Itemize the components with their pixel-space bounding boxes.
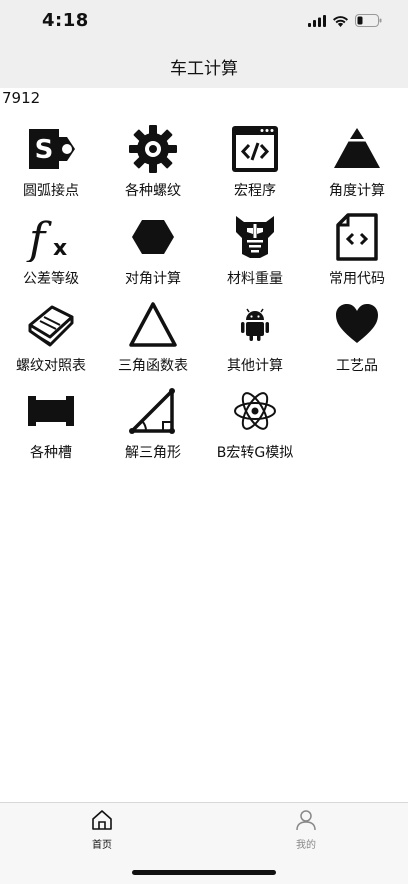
menu-item-label: 解三角形: [125, 445, 181, 461]
tab-home[interactable]: 首页: [52, 809, 152, 851]
transformer-icon: [230, 212, 280, 262]
user-icon: [296, 810, 316, 831]
svg-text:S: S: [35, 135, 54, 165]
pyramid-icon: [332, 124, 382, 174]
visit-counter: 7912: [2, 89, 41, 107]
menu-item-solve-triangle[interactable]: 解三角形: [102, 382, 204, 468]
gear-icon: [128, 124, 178, 174]
menu-item-thread-table[interactable]: 螺纹对照表: [0, 295, 102, 381]
menu-item-other-calc[interactable]: 其他计算: [204, 295, 306, 381]
menu-item-threads[interactable]: 各种螺纹: [102, 120, 204, 206]
svg-text:x: x: [53, 236, 67, 261]
menu-item-label: 常用代码: [329, 271, 385, 287]
menu-item-arc-tangent[interactable]: S 圆弧接点: [0, 120, 102, 206]
status-time: 4:18: [42, 10, 89, 31]
svg-text:f: f: [26, 214, 52, 262]
menu-item-material-weight[interactable]: 材料重量: [204, 208, 306, 294]
tab-label: 首页: [92, 840, 112, 851]
hexagon-icon: [128, 212, 178, 262]
menu-item-label: 各种螺纹: [125, 183, 181, 199]
menu-item-label: 圆弧接点: [23, 183, 79, 199]
right-triangle-icon: [128, 386, 178, 436]
heart-icon: [332, 299, 382, 349]
sharepoint-s-icon: S: [26, 124, 76, 174]
menu-item-grooves[interactable]: 各种槽: [0, 382, 102, 468]
wifi-icon: [333, 15, 348, 27]
menu-item-label: 其他计算: [227, 358, 283, 374]
nav-bar: 车工计算: [0, 44, 408, 88]
menu-item-label: 角度计算: [329, 183, 385, 199]
menu-item-label: 工艺品: [336, 358, 378, 374]
triangle-icon: [128, 299, 178, 349]
home-icon: [92, 810, 112, 830]
tab-label: 我的: [296, 840, 316, 851]
menu-item-label: B宏转G模拟: [216, 445, 294, 461]
menu-item-trig-table[interactable]: 三角函数表: [102, 295, 204, 381]
menu-item-label: 公差等级: [23, 271, 79, 287]
menu-item-label: 三角函数表: [118, 358, 188, 374]
menu-item-label: 材料重量: [227, 271, 283, 287]
function-fx-icon: f x: [26, 212, 76, 262]
code-file-icon: [332, 212, 382, 262]
page-title: 车工计算: [170, 58, 238, 79]
menu-item-common-codes[interactable]: 常用代码: [306, 208, 408, 294]
book-icon: [26, 299, 76, 349]
menu-item-label: 各种槽: [30, 445, 72, 461]
battery-icon: [355, 14, 382, 27]
atom-icon: [230, 386, 280, 436]
menu-item-angle[interactable]: 角度计算: [306, 120, 408, 206]
menu-item-tolerance[interactable]: f x 公差等级: [0, 208, 102, 294]
menu-item-crafts[interactable]: 工艺品: [306, 295, 408, 381]
menu-item-label: 宏程序: [234, 183, 276, 199]
slot-block-icon: [26, 386, 76, 436]
menu-item-b-to-g-simulation[interactable]: B宏转G模拟: [204, 382, 306, 468]
home-indicator: [132, 870, 276, 875]
status-bar: 4:18: [0, 0, 408, 44]
signal-icon: [308, 14, 326, 27]
menu-item-label: 对角计算: [125, 271, 181, 287]
android-icon: [230, 299, 280, 349]
status-icons: [308, 14, 382, 27]
tab-mine[interactable]: 我的: [256, 809, 356, 851]
menu-item-diagonal[interactable]: 对角计算: [102, 208, 204, 294]
menu-item-label: 螺纹对照表: [16, 358, 86, 374]
code-window-icon: [230, 124, 280, 174]
menu-item-macro[interactable]: 宏程序: [204, 120, 306, 206]
